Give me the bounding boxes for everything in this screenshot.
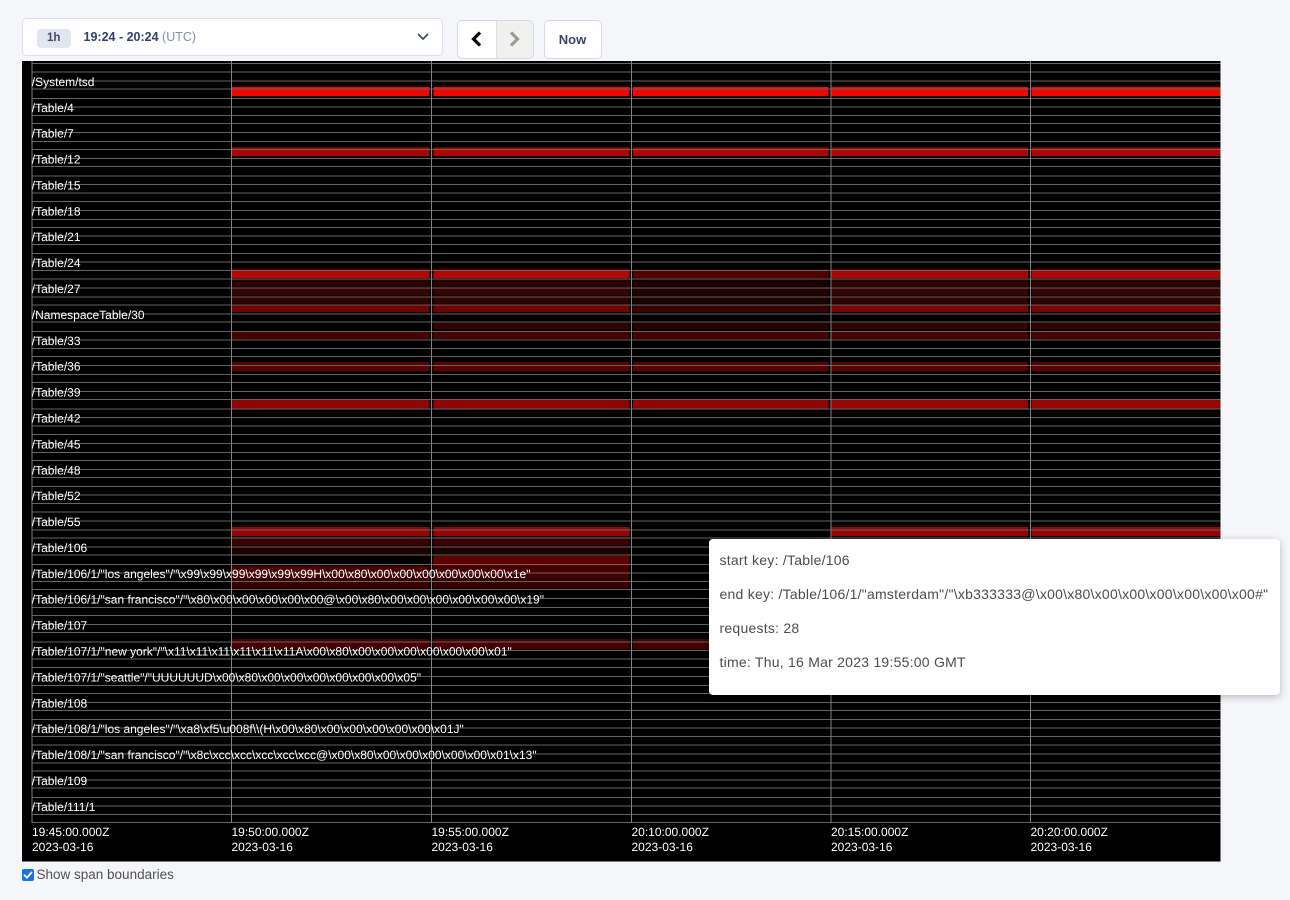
svg-text:/Table/106/1/"los angeles"/"\x: /Table/106/1/"los angeles"/"\x99\x99\x99…: [32, 567, 531, 581]
svg-text:/Table/108: /Table/108: [32, 696, 88, 710]
svg-text:/NamespaceTable/30: /NamespaceTable/30: [32, 308, 145, 322]
svg-text:2023-03-16: 2023-03-16: [632, 840, 694, 854]
svg-text:/Table/48: /Table/48: [32, 463, 81, 477]
svg-text:/Table/109: /Table/109: [32, 774, 88, 788]
svg-text:/Table/33: /Table/33: [32, 334, 81, 348]
svg-text:2023-03-16: 2023-03-16: [1031, 840, 1093, 854]
svg-text:20:15:00.000Z: 20:15:00.000Z: [831, 825, 908, 839]
svg-text:/Table/55: /Table/55: [32, 515, 81, 529]
svg-text:/Table/27: /Table/27: [32, 282, 81, 296]
svg-text:/Table/108/1/"san francisco"/": /Table/108/1/"san francisco"/"\x8c\xcc\x…: [32, 748, 537, 762]
svg-text:/Table/7: /Table/7: [32, 127, 74, 141]
svg-text:/Table/24: /Table/24: [32, 256, 81, 270]
svg-text:/Table/18: /Table/18: [32, 204, 81, 218]
svg-text:/Table/107: /Table/107: [32, 619, 88, 633]
svg-text:/Table/106: /Table/106: [32, 541, 88, 555]
svg-text:/Table/36: /Table/36: [32, 360, 81, 374]
svg-text:/Table/107/1/"seattle"/"UUUUUU: /Table/107/1/"seattle"/"UUUUUUD\x00\x80\…: [32, 670, 421, 684]
svg-text:/Table/15: /Table/15: [32, 178, 81, 192]
svg-text:/Table/45: /Table/45: [32, 437, 81, 451]
svg-text:/Table/107/1/"new york"/"\x11\: /Table/107/1/"new york"/"\x11\x11\x11\x1…: [32, 644, 512, 658]
svg-text:19:55:00.000Z: 19:55:00.000Z: [432, 825, 509, 839]
svg-text:20:20:00.000Z: 20:20:00.000Z: [1031, 825, 1108, 839]
svg-text:/Table/106/1/"san francisco"/": /Table/106/1/"san francisco"/"\x80\x00\x…: [32, 593, 544, 607]
svg-text:/Table/52: /Table/52: [32, 489, 81, 503]
svg-text:/System/tsd: /System/tsd: [32, 75, 95, 89]
svg-text:2023-03-16: 2023-03-16: [32, 840, 94, 854]
svg-text:/Table/111/1: /Table/111/1: [32, 800, 96, 814]
svg-text:19:50:00.000Z: 19:50:00.000Z: [232, 825, 309, 839]
svg-text:20:10:00.000Z: 20:10:00.000Z: [632, 825, 709, 839]
svg-text:2023-03-16: 2023-03-16: [831, 840, 893, 854]
svg-text:/Table/21: /Table/21: [32, 230, 81, 244]
svg-text:2023-03-16: 2023-03-16: [232, 840, 294, 854]
svg-text:/Table/39: /Table/39: [32, 386, 81, 400]
svg-text:/Table/12: /Table/12: [32, 153, 81, 167]
svg-text:2023-03-16: 2023-03-16: [432, 840, 494, 854]
svg-text:/Table/108/1/"los angeles"/"\x: /Table/108/1/"los angeles"/"\xa8\xf5\u00…: [32, 722, 464, 736]
svg-text:19:45:00.000Z: 19:45:00.000Z: [32, 825, 109, 839]
svg-text:/Table/4: /Table/4: [32, 101, 74, 115]
svg-text:/Table/42: /Table/42: [32, 411, 81, 425]
